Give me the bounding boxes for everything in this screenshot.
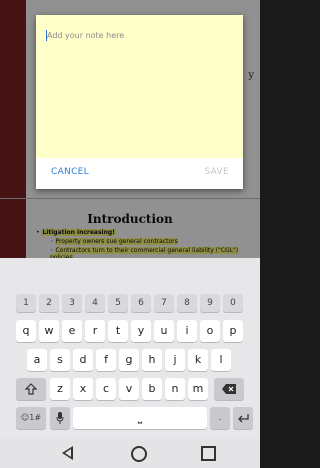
microphone-icon — [56, 411, 64, 424]
key-u[interactable]: u — [154, 320, 174, 342]
key-9[interactable]: 9 — [200, 294, 220, 312]
add-note-dialog: Add your note here CANCEL SAVE — [36, 15, 243, 189]
dialog-actions: CANCEL SAVE — [36, 158, 243, 189]
recent-apps-icon[interactable] — [201, 446, 216, 461]
space-key[interactable]: ⎵ — [73, 407, 207, 429]
home-icon[interactable] — [131, 446, 147, 462]
key-m[interactable]: m — [188, 378, 208, 400]
key-z[interactable]: z — [50, 378, 70, 400]
key-k[interactable]: k — [188, 349, 208, 371]
system-navigation-bar — [0, 438, 260, 468]
shift-arrow-icon — [24, 382, 38, 395]
enter-arrow-icon — [238, 413, 249, 422]
key-r[interactable]: r — [85, 320, 105, 342]
key-l[interactable]: l — [211, 349, 231, 371]
key-q[interactable]: q — [16, 320, 36, 342]
letter-row-2: a s d f g h j k l — [0, 349, 260, 371]
key-6[interactable]: 6 — [131, 294, 151, 312]
key-o[interactable]: o — [200, 320, 220, 342]
key-0[interactable]: 0 — [223, 294, 243, 312]
key-8[interactable]: 8 — [177, 294, 197, 312]
key-y[interactable]: y — [131, 320, 151, 342]
key-a[interactable]: a — [27, 349, 47, 371]
key-x[interactable]: x — [73, 378, 93, 400]
letter-row-3: z x c v b n m — [0, 378, 260, 400]
cancel-button[interactable]: CANCEL — [51, 167, 89, 177]
key-w[interactable]: w — [39, 320, 59, 342]
save-button[interactable]: SAVE — [204, 167, 229, 177]
back-icon[interactable] — [62, 446, 73, 460]
symbols-key[interactable]: ☺1# — [16, 407, 46, 429]
key-2[interactable]: 2 — [39, 294, 59, 312]
backspace-key[interactable] — [214, 378, 244, 400]
key-j[interactable]: j — [165, 349, 185, 371]
backspace-icon — [222, 383, 236, 394]
note-input[interactable]: Add your note here — [36, 15, 243, 158]
key-f[interactable]: f — [96, 349, 116, 371]
period-key[interactable]: . — [210, 407, 230, 429]
letter-row-1: q w e r t y u i o p — [0, 320, 260, 342]
key-d[interactable]: d — [73, 349, 93, 371]
key-1[interactable]: 1 — [16, 294, 36, 312]
key-5[interactable]: 5 — [108, 294, 128, 312]
key-v[interactable]: v — [119, 378, 139, 400]
key-c[interactable]: c — [96, 378, 116, 400]
key-n[interactable]: n — [165, 378, 185, 400]
key-t[interactable]: t — [108, 320, 128, 342]
key-g[interactable]: g — [119, 349, 139, 371]
shift-key[interactable] — [16, 378, 46, 400]
key-7[interactable]: 7 — [154, 294, 174, 312]
key-4[interactable]: 4 — [85, 294, 105, 312]
bottom-key-row: ☺1# ⎵ . — [0, 407, 260, 429]
key-b[interactable]: b — [142, 378, 162, 400]
note-placeholder: Add your note here — [47, 31, 125, 40]
number-row: 1 2 3 4 5 6 7 8 9 0 — [0, 294, 260, 312]
key-h[interactable]: h — [142, 349, 162, 371]
key-e[interactable]: e — [62, 320, 82, 342]
key-i[interactable]: i — [177, 320, 197, 342]
key-s[interactable]: s — [50, 349, 70, 371]
voice-input-key[interactable] — [50, 407, 70, 429]
key-p[interactable]: p — [223, 320, 243, 342]
soft-keyboard: 1 2 3 4 5 6 7 8 9 0 q w e r t y u i o p … — [0, 258, 260, 438]
key-3[interactable]: 3 — [62, 294, 82, 312]
enter-key[interactable] — [233, 407, 253, 429]
